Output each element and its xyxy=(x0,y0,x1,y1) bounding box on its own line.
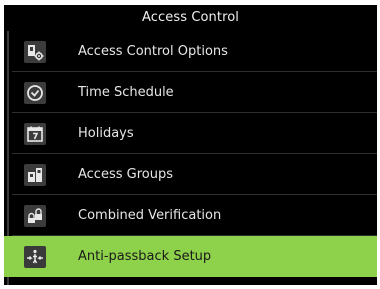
menu-item-label: Anti-passback Setup xyxy=(78,249,212,264)
access-control-screen: Access Control Access Control Options Ti… xyxy=(4,5,377,285)
menu-item-access-control-options[interactable]: Access Control Options xyxy=(4,31,377,72)
access-options-icon xyxy=(24,41,46,63)
calendar-icon xyxy=(24,123,46,145)
menu-item-combined-verification[interactable]: Combined Verification xyxy=(4,195,377,236)
menu-list: Access Control Options Time Schedule Hol… xyxy=(4,31,377,285)
menu-item-label: Access Control Options xyxy=(78,44,228,59)
page-title: Access Control xyxy=(141,10,240,25)
lock-icon xyxy=(24,205,46,227)
menu-item-label: Holidays xyxy=(78,126,134,141)
anti-passback-icon xyxy=(24,246,46,268)
menu-item-label: Access Groups xyxy=(78,167,173,182)
menu-item-label: Combined Verification xyxy=(78,208,222,223)
menu-item-anti-passback-setup[interactable]: Anti-passback Setup xyxy=(4,236,377,277)
menu-item-time-schedule[interactable]: Time Schedule xyxy=(4,72,377,113)
clock-icon xyxy=(24,82,46,104)
access-groups-icon xyxy=(24,164,46,186)
menu-item-holidays[interactable]: Holidays xyxy=(4,113,377,154)
menu-item-label: Time Schedule xyxy=(78,85,174,100)
menu-item-access-groups[interactable]: Access Groups xyxy=(4,154,377,195)
